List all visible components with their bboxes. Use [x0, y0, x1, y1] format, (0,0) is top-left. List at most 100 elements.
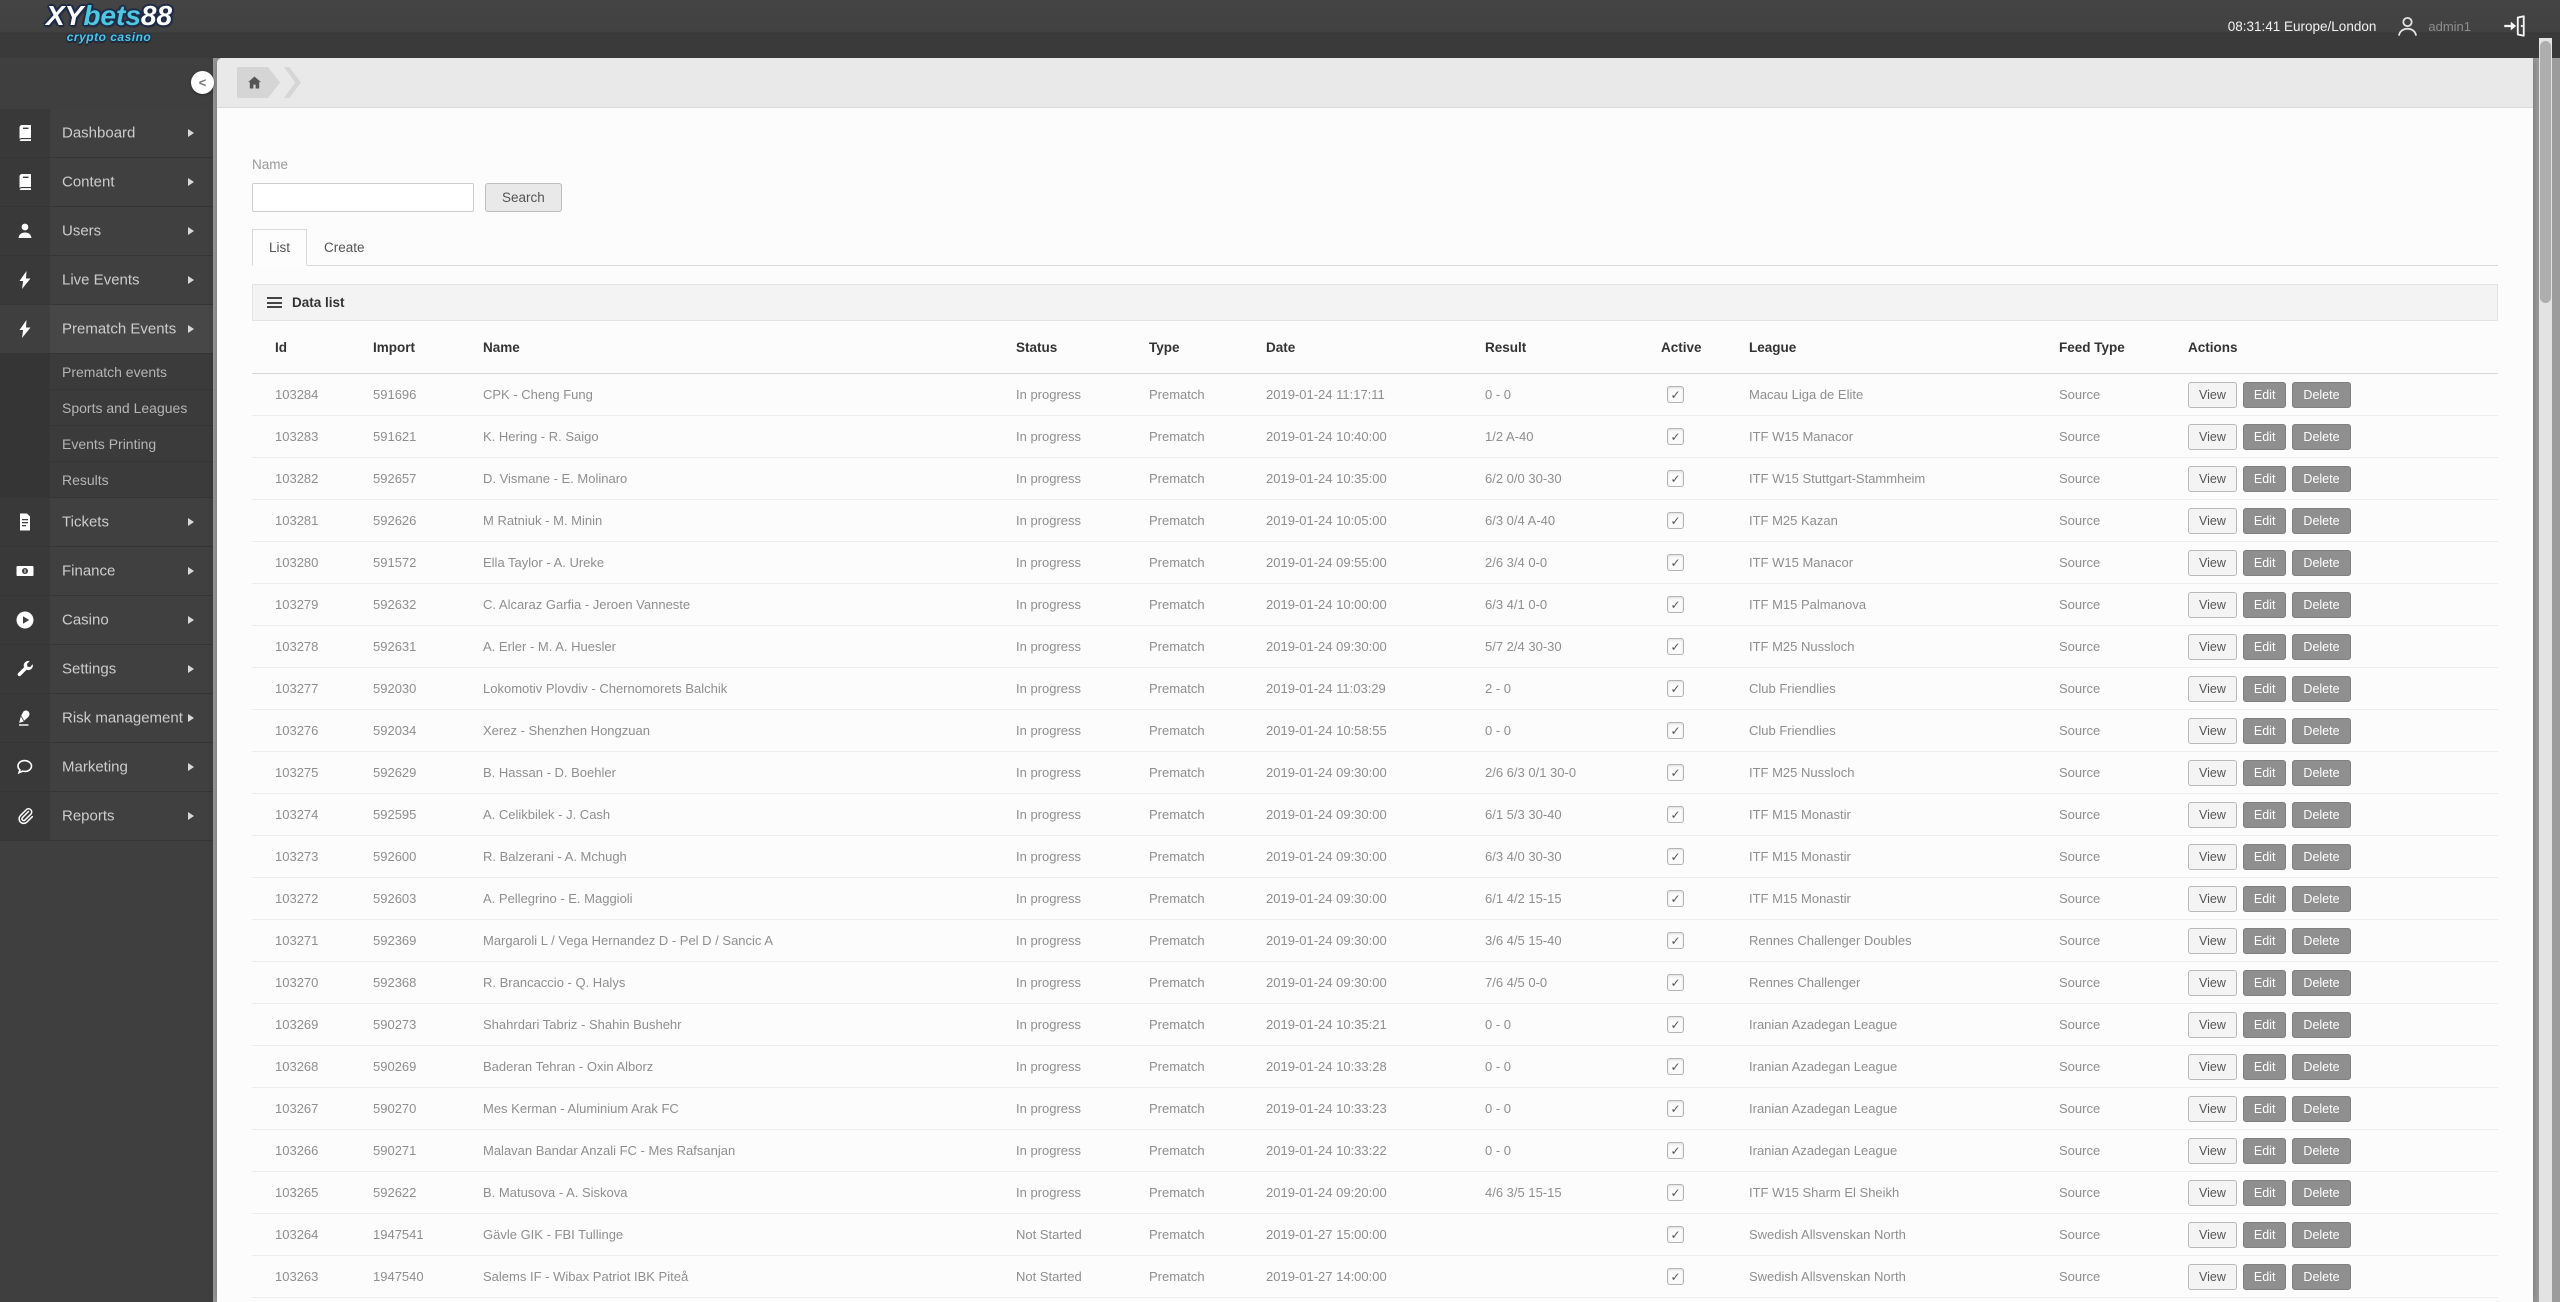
sidebar-item-finance[interactable]: Finance: [0, 547, 213, 596]
active-checkbox[interactable]: ✓: [1667, 1268, 1684, 1285]
edit-button[interactable]: Edit: [2242, 507, 2287, 534]
delete-button[interactable]: Delete: [2292, 633, 2351, 660]
scrollbar-thumb[interactable]: [2540, 41, 2551, 303]
delete-button[interactable]: Delete: [2292, 927, 2351, 954]
view-button[interactable]: View: [2188, 507, 2237, 534]
search-button[interactable]: Search: [485, 183, 562, 212]
edit-button[interactable]: Edit: [2242, 1095, 2287, 1122]
view-button[interactable]: View: [2188, 927, 2237, 954]
sidebar-item-casino[interactable]: Casino: [0, 596, 213, 645]
logo[interactable]: XYbets88 crypto casino: [36, 2, 182, 44]
edit-button[interactable]: Edit: [2242, 969, 2287, 996]
edit-button[interactable]: Edit: [2242, 423, 2287, 450]
edit-button[interactable]: Edit: [2242, 1011, 2287, 1038]
edit-button[interactable]: Edit: [2242, 465, 2287, 492]
view-button[interactable]: View: [2188, 549, 2237, 576]
edit-button[interactable]: Edit: [2242, 885, 2287, 912]
active-checkbox[interactable]: ✓: [1667, 470, 1684, 487]
active-checkbox[interactable]: ✓: [1667, 1142, 1684, 1159]
active-checkbox[interactable]: ✓: [1667, 722, 1684, 739]
active-checkbox[interactable]: ✓: [1667, 764, 1684, 781]
active-checkbox[interactable]: ✓: [1667, 932, 1684, 949]
active-checkbox[interactable]: ✓: [1667, 512, 1684, 529]
sidebar-item-marketing[interactable]: Marketing: [0, 743, 213, 792]
active-checkbox[interactable]: ✓: [1667, 1226, 1684, 1243]
delete-button[interactable]: Delete: [2292, 507, 2351, 534]
edit-button[interactable]: Edit: [2242, 1263, 2287, 1290]
sidebar-subitem-events-printing[interactable]: Events Printing: [0, 426, 213, 462]
active-checkbox[interactable]: ✓: [1667, 890, 1684, 907]
active-checkbox[interactable]: ✓: [1667, 680, 1684, 697]
active-checkbox[interactable]: ✓: [1667, 1058, 1684, 1075]
delete-button[interactable]: Delete: [2292, 675, 2351, 702]
page-scrollbar[interactable]: [2539, 38, 2552, 1302]
delete-button[interactable]: Delete: [2292, 1095, 2351, 1122]
view-button[interactable]: View: [2188, 465, 2237, 492]
sidebar-item-live-events[interactable]: Live Events: [0, 256, 213, 305]
active-checkbox[interactable]: ✓: [1667, 428, 1684, 445]
sidebar-collapse-button[interactable]: <: [191, 71, 214, 94]
active-checkbox[interactable]: ✓: [1667, 554, 1684, 571]
view-button[interactable]: View: [2188, 1179, 2237, 1206]
sidebar-subitem-sports-and-leagues[interactable]: Sports and Leagues: [0, 390, 213, 426]
view-button[interactable]: View: [2188, 843, 2237, 870]
active-checkbox[interactable]: ✓: [1667, 806, 1684, 823]
edit-button[interactable]: Edit: [2242, 1179, 2287, 1206]
active-checkbox[interactable]: ✓: [1667, 386, 1684, 403]
view-button[interactable]: View: [2188, 717, 2237, 744]
view-button[interactable]: View: [2188, 801, 2237, 828]
edit-button[interactable]: Edit: [2242, 591, 2287, 618]
edit-button[interactable]: Edit: [2242, 1053, 2287, 1080]
edit-button[interactable]: Edit: [2242, 801, 2287, 828]
edit-button[interactable]: Edit: [2242, 717, 2287, 744]
search-input[interactable]: [252, 183, 474, 212]
active-checkbox[interactable]: ✓: [1667, 1100, 1684, 1117]
active-checkbox[interactable]: ✓: [1667, 638, 1684, 655]
active-checkbox[interactable]: ✓: [1667, 1016, 1684, 1033]
view-button[interactable]: View: [2188, 591, 2237, 618]
delete-button[interactable]: Delete: [2292, 969, 2351, 996]
active-checkbox[interactable]: ✓: [1667, 1184, 1684, 1201]
edit-button[interactable]: Edit: [2242, 1137, 2287, 1164]
delete-button[interactable]: Delete: [2292, 1263, 2351, 1290]
view-button[interactable]: View: [2188, 759, 2237, 786]
sidebar-item-settings[interactable]: Settings: [0, 645, 213, 694]
sidebar-subitem-results[interactable]: Results: [0, 462, 213, 498]
delete-button[interactable]: Delete: [2292, 465, 2351, 492]
user-menu[interactable]: admin1: [2394, 13, 2471, 40]
sidebar-item-content[interactable]: Content: [0, 158, 213, 207]
view-button[interactable]: View: [2188, 1095, 2237, 1122]
sidebar-item-reports[interactable]: Reports: [0, 792, 213, 841]
tab-list[interactable]: List: [252, 229, 308, 266]
edit-button[interactable]: Edit: [2242, 759, 2287, 786]
delete-button[interactable]: Delete: [2292, 801, 2351, 828]
delete-button[interactable]: Delete: [2292, 843, 2351, 870]
delete-button[interactable]: Delete: [2292, 885, 2351, 912]
active-checkbox[interactable]: ✓: [1667, 974, 1684, 991]
delete-button[interactable]: Delete: [2292, 1053, 2351, 1080]
view-button[interactable]: View: [2188, 885, 2237, 912]
view-button[interactable]: View: [2188, 1221, 2237, 1248]
delete-button[interactable]: Delete: [2292, 381, 2351, 408]
delete-button[interactable]: Delete: [2292, 423, 2351, 450]
delete-button[interactable]: Delete: [2292, 1179, 2351, 1206]
active-checkbox[interactable]: ✓: [1667, 848, 1684, 865]
view-button[interactable]: View: [2188, 675, 2237, 702]
delete-button[interactable]: Delete: [2292, 759, 2351, 786]
edit-button[interactable]: Edit: [2242, 633, 2287, 660]
delete-button[interactable]: Delete: [2292, 1011, 2351, 1038]
view-button[interactable]: View: [2188, 633, 2237, 660]
edit-button[interactable]: Edit: [2242, 549, 2287, 576]
delete-button[interactable]: Delete: [2292, 1221, 2351, 1248]
edit-button[interactable]: Edit: [2242, 381, 2287, 408]
view-button[interactable]: View: [2188, 381, 2237, 408]
view-button[interactable]: View: [2188, 1263, 2237, 1290]
view-button[interactable]: View: [2188, 1137, 2237, 1164]
delete-button[interactable]: Delete: [2292, 717, 2351, 744]
breadcrumb-home[interactable]: [237, 67, 280, 98]
edit-button[interactable]: Edit: [2242, 843, 2287, 870]
delete-button[interactable]: Delete: [2292, 549, 2351, 576]
sidebar-item-dashboard[interactable]: Dashboard: [0, 109, 213, 158]
view-button[interactable]: View: [2188, 1011, 2237, 1038]
sidebar-item-users[interactable]: Users: [0, 207, 213, 256]
